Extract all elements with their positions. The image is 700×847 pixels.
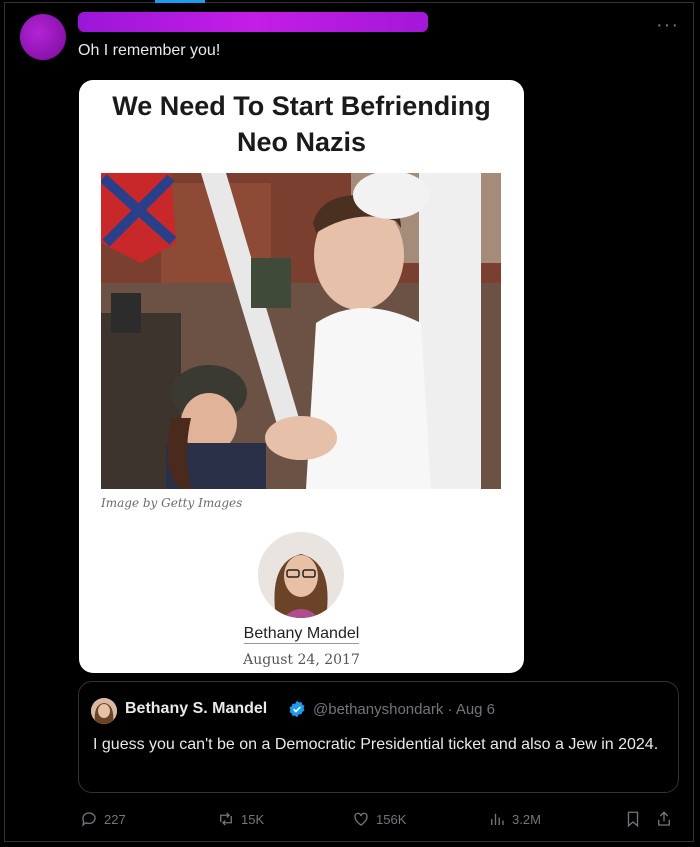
user-avatar-redacted[interactable] (20, 14, 66, 60)
like-count: 156K (376, 811, 407, 827)
image-credit: Image by Getty Images (101, 496, 243, 510)
repost-icon (220, 812, 232, 826)
tweet-text: Oh I remember you! (78, 42, 221, 59)
views-chart-icon (491, 813, 504, 825)
verified-badge-icon (288, 700, 306, 718)
heart-icon (354, 812, 368, 826)
more-horizontal-icon[interactable]: ··· (656, 14, 679, 37)
article-photo (101, 173, 501, 489)
reply-icon (81, 812, 96, 827)
author-avatar (258, 532, 344, 618)
views-button[interactable]: 3.2M (488, 810, 541, 828)
quoted-user-handle[interactable]: @bethanyshondark · Aug 6 (313, 701, 495, 718)
share-button[interactable] (655, 810, 673, 828)
article-screenshot-card[interactable]: We Need To Start Befriending Neo Nazis I… (79, 80, 524, 673)
tweet-action-bar: 227 15K 156K 3.2M (0, 810, 700, 834)
author-name: Bethany Mandel (243, 625, 360, 644)
reply-count: 227 (104, 811, 126, 827)
reply-button[interactable]: 227 (80, 810, 126, 828)
bookmark-icon (627, 811, 639, 828)
repost-button[interactable]: 15K (217, 810, 264, 828)
quoted-user-avatar[interactable] (91, 698, 117, 724)
article-headline: We Need To Start Befriending Neo Nazis (112, 91, 491, 157)
quoted-tweet[interactable]: Bethany S. Mandel @bethanyshondark · Aug… (78, 681, 679, 793)
username-redacted (78, 12, 428, 32)
quoted-tweet-text: I guess you can't be on a Democratic Pre… (93, 736, 659, 753)
repost-count: 15K (241, 811, 265, 827)
like-button[interactable]: 156K (352, 810, 406, 828)
bookmark-button[interactable] (624, 810, 642, 828)
article-date: August 24, 2017 (243, 652, 360, 668)
share-icon (658, 811, 670, 826)
views-count: 3.2M (512, 811, 541, 827)
tab-indicator (155, 0, 205, 3)
quoted-user-name[interactable]: Bethany S. Mandel (125, 700, 267, 718)
